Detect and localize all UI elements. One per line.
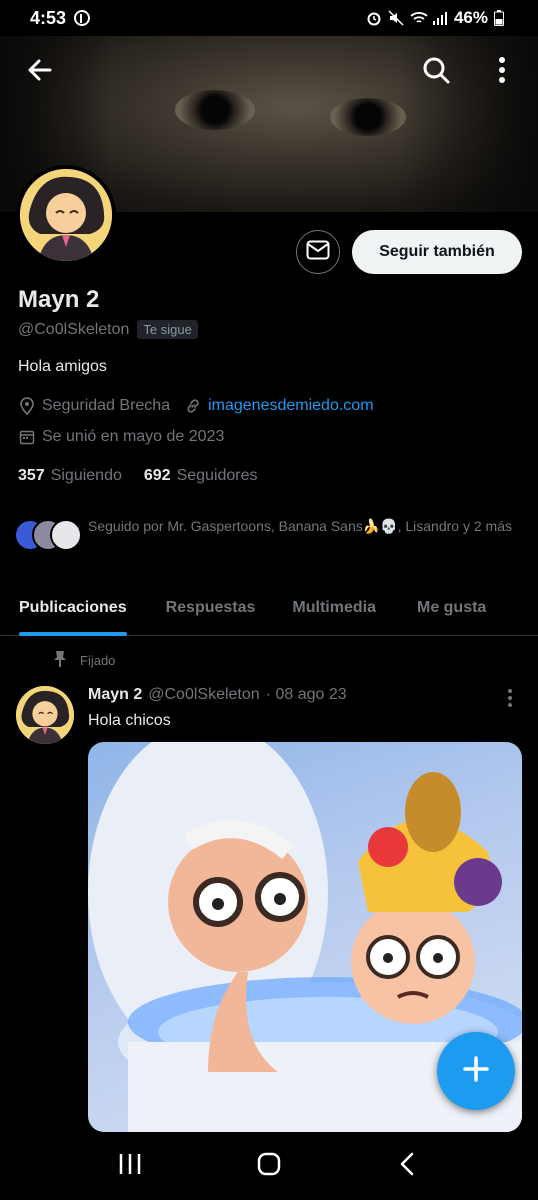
profile-meta-row: Seguridad Brecha imagenesdemiedo.com (18, 397, 374, 415)
more-vertical-icon (498, 56, 506, 89)
profile-website-link[interactable]: imagenesdemiedo.com (208, 397, 373, 415)
tab-multimedia[interactable]: Multimedia (292, 580, 376, 636)
pinned-label: Fijado (80, 653, 116, 668)
tweet-author-handle: @Co0lSkeleton (148, 686, 260, 703)
active-tab-indicator (19, 632, 127, 636)
following-count: 357 (18, 467, 45, 484)
tweet-text: Hola chicos (88, 712, 171, 729)
tab-me-gusta[interactable]: Me gusta (417, 580, 486, 636)
tab-label: Me gusta (416, 599, 487, 616)
profile-joined-row: Se unió en mayo de 2023 (18, 428, 224, 446)
profile-joined-date: Se unió en mayo de 2023 (42, 428, 225, 445)
battery-icon (494, 10, 510, 26)
pinterest-icon (74, 10, 91, 26)
tab-label: Publicaciones (19, 599, 127, 616)
pin-icon (52, 650, 68, 671)
tweet-author-avatar[interactable] (16, 686, 74, 744)
recent-apps-icon[interactable] (117, 1151, 143, 1182)
follows-you-badge: Te sigue (137, 320, 198, 339)
tab-respuestas[interactable]: Respuestas (166, 580, 256, 636)
followers-link[interactable]: 692 Seguidores (144, 467, 258, 485)
calendar-icon (18, 428, 36, 446)
follow-back-button[interactable]: Seguir también (352, 230, 522, 274)
profile-location: Seguridad Brecha (42, 397, 171, 414)
followed-by-text: Seguido por Mr. Gaspertoons, Banana Sans… (88, 518, 512, 534)
profile-avatar[interactable] (16, 165, 116, 265)
follow-stats: 357 Siguiendo 692 Seguidores (18, 467, 258, 485)
profile-handle: @Co0lSkeleton (18, 320, 130, 338)
back-chevron-icon[interactable] (395, 1151, 421, 1182)
mutual-avatar (50, 519, 82, 551)
arrow-left-icon (26, 56, 54, 89)
system-navigation-bar (0, 1132, 538, 1200)
profile-tabs: Publicaciones Respuestas Multimedia Me g… (0, 580, 538, 636)
back-button[interactable] (20, 52, 60, 92)
more-options-button[interactable] (482, 52, 522, 92)
home-circle-icon[interactable] (256, 1151, 282, 1182)
tab-publicaciones[interactable]: Publicaciones (19, 580, 127, 636)
profile-name: Mayn 2 (18, 286, 100, 313)
profile-bio: Hola amigos (18, 358, 107, 375)
tab-label: Respuestas (165, 599, 256, 616)
search-button[interactable] (416, 52, 456, 92)
compose-button[interactable] (437, 1032, 515, 1110)
alarm-icon (366, 10, 382, 26)
status-time: 4:53 (30, 7, 67, 28)
location-pin-icon (18, 397, 36, 415)
battery-percent: 46% (453, 8, 488, 27)
followers-avatar-stack (14, 517, 82, 553)
search-icon (421, 55, 451, 90)
followers-label: Seguidores (176, 467, 258, 484)
signal-icon (432, 10, 448, 26)
following-label: Siguiendo (50, 467, 122, 484)
followed-by-row[interactable]: Seguido por Mr. Gaspertoons, Banana Sans… (14, 517, 524, 553)
pinned-indicator: Fijado (52, 650, 115, 671)
tweet-date[interactable]: · 08 ago 23 (266, 686, 347, 704)
wifi-icon (410, 10, 428, 26)
following-link[interactable]: 357 Siguiendo (18, 467, 122, 485)
followers-count: 692 (143, 467, 171, 484)
tweet-author-name[interactable]: Mayn 2 (88, 686, 142, 704)
link-icon (184, 397, 202, 415)
tab-label: Multimedia (292, 599, 376, 616)
status-bar: 4:53 46% (0, 0, 538, 36)
handle-row: @Co0lSkeleton Te sigue (18, 320, 198, 339)
plus-icon (462, 1055, 490, 1088)
message-button[interactable] (296, 230, 340, 274)
tweet-header: Mayn 2 @Co0lSkeleton · 08 ago 23 (88, 686, 347, 704)
envelope-icon (306, 240, 330, 265)
mute-icon (388, 10, 404, 26)
more-vertical-icon (500, 689, 520, 712)
tweet-more-button[interactable] (500, 688, 520, 708)
